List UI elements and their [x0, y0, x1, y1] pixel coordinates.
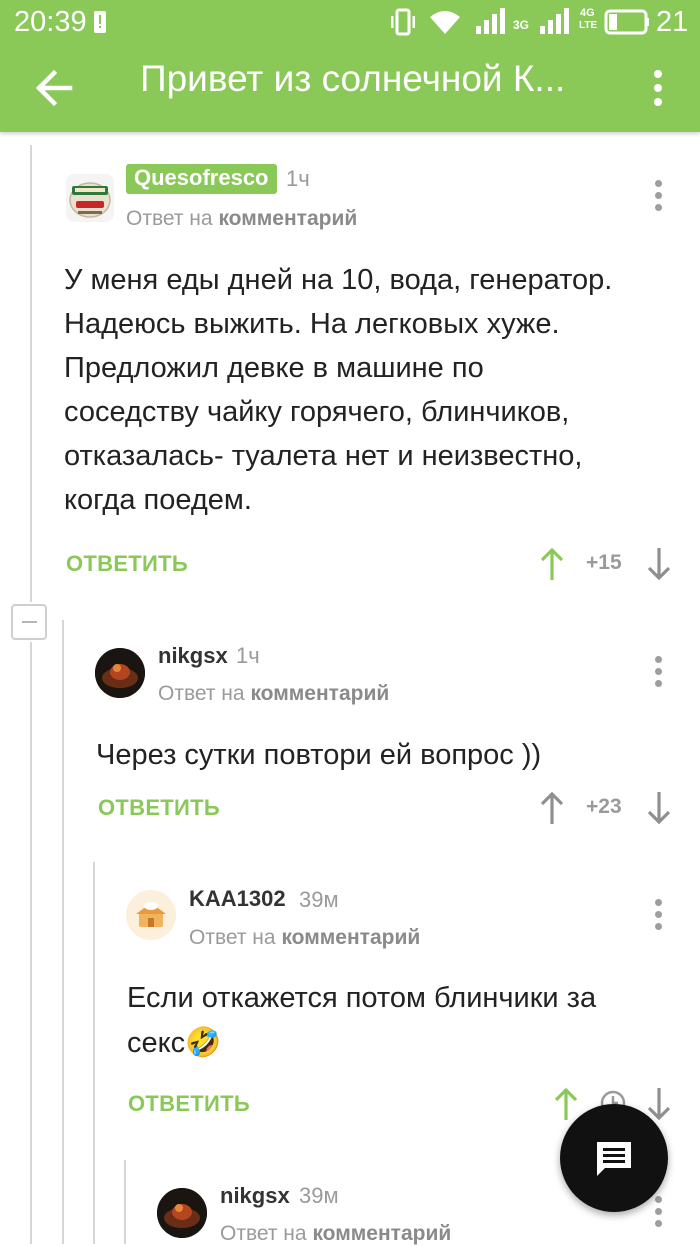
signal-icon: [476, 8, 505, 34]
avatar[interactable]: [66, 174, 114, 222]
avatar[interactable]: [95, 648, 145, 698]
write-comment-button[interactable]: [560, 1104, 668, 1212]
comment-text: Через сутки повтори ей вопрос )): [96, 733, 676, 777]
comment-menu-icon[interactable]: [648, 1196, 668, 1232]
downvote-arrow-icon[interactable]: [646, 1086, 672, 1122]
reply-button[interactable]: ОТВЕТИТЬ: [128, 1091, 250, 1117]
thread-line-level-2: [93, 862, 95, 1244]
notification-icon: [94, 11, 106, 33]
author-name[interactable]: nikgsx: [220, 1183, 290, 1209]
wifi-icon: [430, 11, 460, 34]
comment-time: 39м: [299, 887, 339, 912]
thread-line-level-0: [30, 145, 32, 602]
upvote-arrow-icon[interactable]: [539, 790, 565, 826]
network-lte-label: LTE: [579, 20, 598, 31]
author-name[interactable]: nikgsx: [158, 643, 228, 669]
rating-value: +15: [586, 551, 622, 574]
thread-line-level-3: [124, 1160, 126, 1244]
comment-text-line: Надеюсь выжить. На легковых хуже.: [64, 308, 560, 340]
comment-text: Если откажется потом блинчики за секс🤣: [127, 976, 667, 1065]
app-bar: 20:39 3G 4G LTE 21 Привет из солнечной К…: [0, 0, 700, 132]
reply-to-link[interactable]: Ответ на комментарий: [158, 682, 389, 706]
collapse-thread-button[interactable]: [11, 604, 47, 640]
rating-value: +23: [586, 795, 622, 818]
reply-to-link[interactable]: Ответ на комментарий: [189, 926, 420, 950]
reply-to-link[interactable]: Ответ на комментарий: [220, 1222, 451, 1246]
network-3g-label: 3G: [513, 18, 530, 32]
comment-text-line: отказалась- туалета нет и неизвестно,: [64, 440, 583, 472]
comment-text-line: соседству чайку горячего, блинчиков,: [64, 396, 570, 428]
author-name[interactable]: Quesofresco: [126, 164, 277, 194]
comment-time: 1ч: [286, 166, 310, 191]
comment-text-line: секс🤣: [127, 1025, 222, 1059]
battery-icon: [604, 9, 649, 35]
arrow-left-icon[interactable]: [26, 58, 86, 118]
avatar[interactable]: [157, 1188, 207, 1238]
avatar[interactable]: [126, 890, 176, 940]
author-name[interactable]: KAA1302: [189, 886, 286, 912]
vibrate-icon: [391, 8, 415, 36]
more-vertical-icon[interactable]: [646, 60, 670, 116]
thread-line-level-0-lower: [30, 642, 32, 1244]
upvote-arrow-icon[interactable]: [553, 1086, 579, 1122]
comment-time: 39м: [299, 1183, 339, 1208]
upvote-arrow-icon[interactable]: [539, 546, 565, 582]
user-avatar-image: [126, 890, 176, 940]
reply-button[interactable]: ОТВЕТИТЬ: [66, 551, 188, 577]
battery-percent: 21: [656, 6, 689, 38]
comment-time: 1ч: [236, 643, 260, 668]
reply-to-link[interactable]: Ответ на комментарий: [126, 207, 357, 231]
downvote-arrow-icon[interactable]: [646, 546, 672, 582]
comment-text-line: когда поедем.: [64, 484, 252, 516]
user-avatar-image: [157, 1188, 207, 1238]
comment-text-line: Если откажется потом блинчики за: [127, 982, 597, 1014]
toolbar: Привет из солнечной К...: [0, 44, 700, 132]
comment-menu-icon[interactable]: [648, 899, 668, 935]
rofl-emoji: 🤣: [185, 1025, 222, 1059]
downvote-arrow-icon[interactable]: [646, 790, 672, 826]
thread-line-level-1: [62, 620, 64, 1244]
page-title: Привет из солнечной К...: [140, 58, 566, 99]
reply-button[interactable]: ОТВЕТИТЬ: [98, 795, 220, 821]
brand-logo-avatar: [69, 182, 111, 218]
status-time: 20:39: [14, 6, 87, 38]
signal-icon-2: [540, 8, 569, 34]
comment-menu-icon[interactable]: [648, 180, 668, 216]
comment-text: У меня еды дней на 10, вода, генератор. …: [64, 258, 684, 522]
comment-text-line: У меня еды дней на 10, вода, генератор.: [64, 264, 613, 296]
comment-text-line: Предложил девке в машине по: [64, 352, 484, 384]
comment-text-line: Через сутки повтори ей вопрос )): [96, 739, 542, 771]
status-bar: 20:39 3G 4G LTE 21: [0, 0, 700, 44]
user-avatar-image: [95, 648, 145, 698]
network-4g-label: 4G: [580, 7, 595, 19]
comment-icon: [597, 1142, 631, 1176]
comment-menu-icon[interactable]: [648, 656, 668, 692]
